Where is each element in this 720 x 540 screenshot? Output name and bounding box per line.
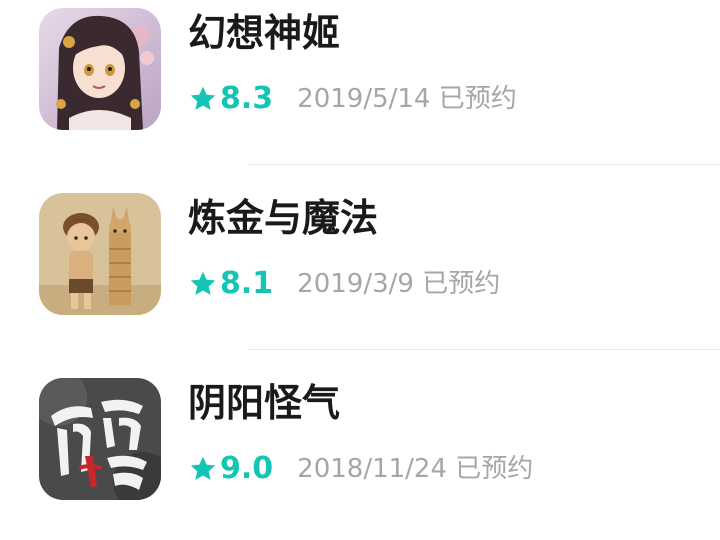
calligraphy-logo-icon[interactable]: [39, 378, 161, 500]
game-rating: 8.1: [220, 266, 274, 301]
reservation-date: 2018/11/24 已预约: [297, 454, 534, 484]
game-meta: 9.0 2018/11/24 已预约: [188, 452, 533, 486]
game-title[interactable]: 炼金与魔法: [188, 199, 378, 237]
boy-and-alpaca-icon[interactable]: [39, 193, 161, 315]
list-item[interactable]: 阴阳怪气 9.0 2018/11/24 已预约: [0, 370, 720, 520]
list-item[interactable]: 炼金与魔法 8.1 2019/3/9 已预约: [0, 185, 720, 335]
game-rating: 9.0: [220, 451, 274, 486]
list-item[interactable]: 幻想神姬 8.3 2019/5/14 已预约: [0, 0, 720, 150]
star-icon: [190, 271, 216, 295]
game-title[interactable]: 阴阳怪气: [188, 384, 340, 422]
divider: [248, 164, 720, 165]
game-meta: 8.3 2019/5/14 已预约: [188, 82, 517, 116]
anime-girl-icon[interactable]: [39, 8, 161, 130]
star-icon: [190, 86, 216, 110]
divider: [248, 349, 720, 350]
game-title[interactable]: 幻想神姬: [188, 14, 340, 52]
reserved-games-list: 幻想神姬 8.3 2019/5/14 已预约 炼金与魔法 8.1 2019/3/…: [0, 0, 720, 540]
reservation-date: 2019/3/9 已预约: [297, 269, 501, 299]
reservation-date: 2019/5/14 已预约: [297, 84, 517, 114]
game-meta: 8.1 2019/3/9 已预约: [188, 267, 500, 301]
star-icon: [190, 456, 216, 480]
game-rating: 8.3: [220, 81, 274, 116]
